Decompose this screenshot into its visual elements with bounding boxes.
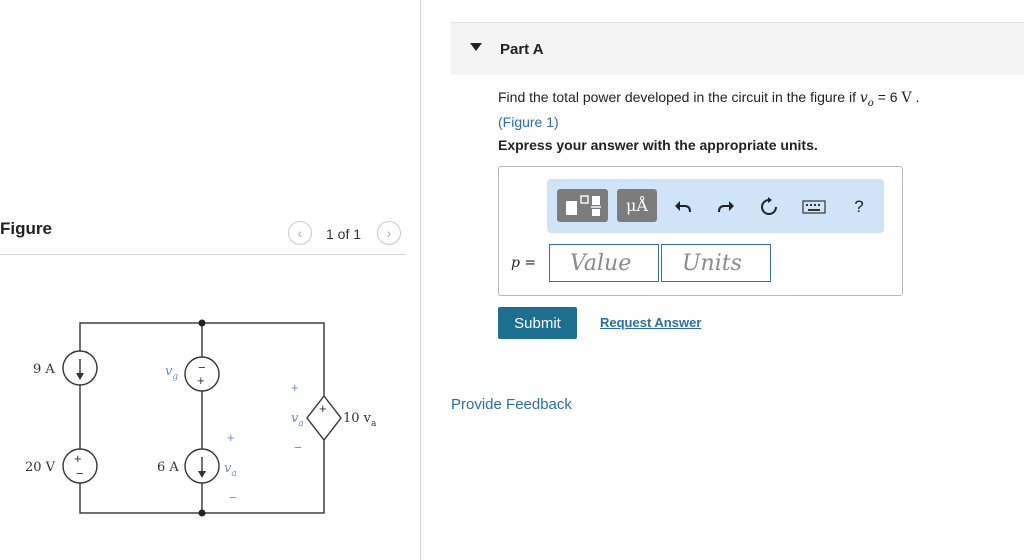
- figure-link[interactable]: (Figure 1): [498, 114, 559, 130]
- figure-next-button[interactable]: ›: [377, 221, 401, 245]
- provide-feedback-link[interactable]: Provide Feedback: [451, 396, 572, 413]
- label-va-2: va: [291, 411, 304, 429]
- question-end: .: [911, 89, 920, 105]
- figure-divider: [0, 254, 406, 255]
- answer-variable-label: p =: [511, 255, 537, 271]
- circuit-diagram: 9 A + − 20 V − + vg 6 A + va − + 10 va +…: [25, 319, 377, 517]
- submit-button[interactable]: Submit: [498, 307, 577, 339]
- undo-icon: [675, 201, 691, 213]
- caret-down-icon[interactable]: [470, 43, 482, 51]
- question-variable: vo: [859, 90, 874, 109]
- undo-button[interactable]: [672, 196, 694, 218]
- label-dependent: 10 va: [343, 411, 377, 429]
- part-a-header[interactable]: Part A: [451, 22, 1024, 75]
- figure-pager: 1 of 1: [326, 226, 362, 242]
- question-equals: = 6: [873, 89, 902, 105]
- keyboard-button[interactable]: [801, 196, 827, 218]
- reset-button[interactable]: [758, 196, 780, 218]
- instruction-text: Express your answer with the appropriate…: [498, 137, 818, 153]
- part-title: Part A: [500, 41, 544, 58]
- label-9a: 9 A: [33, 362, 55, 377]
- polarity-va-minus-2: −: [294, 440, 302, 455]
- keyboard-icon: [802, 200, 826, 214]
- value-input[interactable]: [549, 244, 659, 282]
- panel-divider: [420, 0, 421, 560]
- polarity-va-plus-1: +: [227, 430, 235, 445]
- label-va-1: va: [224, 461, 237, 479]
- polarity-va-minus-1: −: [229, 490, 237, 505]
- question-prefix: Find the total power developed in the ci…: [498, 89, 860, 105]
- redo-button[interactable]: [715, 196, 737, 218]
- figure-title: Figure: [0, 219, 52, 238]
- units-input[interactable]: [661, 244, 771, 282]
- template-icon: [566, 195, 601, 216]
- request-answer-link[interactable]: Request Answer: [600, 315, 701, 330]
- question-text: Find the total power developed in the ci…: [498, 88, 998, 132]
- figure-prev-button[interactable]: ‹: [288, 221, 312, 245]
- redo-icon: [718, 201, 734, 213]
- answer-box: μÅ ? p = Value Units: [498, 166, 903, 296]
- math-toolbar: μÅ ?: [547, 179, 884, 233]
- polarity-20v-minus: −: [76, 466, 84, 481]
- polarity-vg-plus: +: [197, 373, 205, 388]
- template-button[interactable]: [557, 189, 608, 222]
- label-20v: 20 V: [25, 460, 56, 475]
- polarity-va-plus-2: +: [291, 380, 299, 395]
- label-vg: vg: [165, 364, 178, 382]
- help-button[interactable]: ?: [848, 196, 870, 218]
- reset-icon: [761, 197, 777, 215]
- circuit-wires: [79, 322, 325, 514]
- chevron-left-icon: ‹: [297, 225, 303, 241]
- junction-top: [198, 319, 206, 327]
- units-button[interactable]: μÅ: [617, 189, 657, 222]
- polarity-20v-plus: +: [74, 451, 82, 466]
- current-source-6a: [184, 448, 220, 484]
- chevron-right-icon: ›: [386, 225, 392, 241]
- polarity-dep-plus: +: [319, 401, 327, 416]
- junction-bottom: [198, 509, 206, 517]
- question-unit: V: [901, 90, 912, 106]
- current-source-9a: [62, 350, 98, 386]
- label-6a: 6 A: [157, 460, 179, 475]
